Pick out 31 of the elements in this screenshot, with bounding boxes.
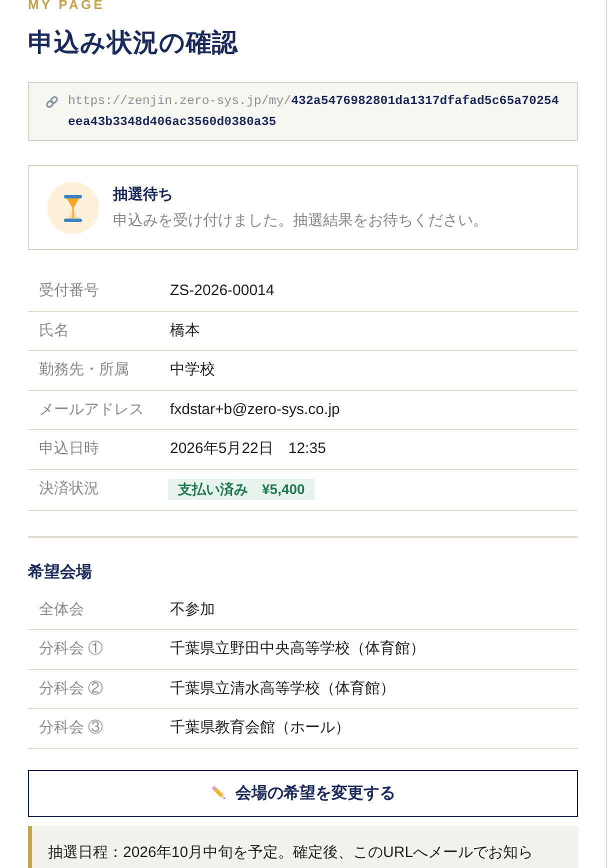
change-venue-button[interactable]: 会場の希望を変更する xyxy=(28,770,578,817)
link-icon xyxy=(45,95,59,109)
status-message: 申込みを受け付けました。抽選結果をお待ちください。 xyxy=(113,211,488,231)
venue-value: 不参加 xyxy=(170,600,215,620)
payment-status-badge: 支払い済み ¥5,400 xyxy=(168,478,315,500)
hourglass-icon xyxy=(47,182,99,234)
venue-value: 千葉県立野田中央高等学校（体育館） xyxy=(170,639,425,660)
detail-label: 受付番号 xyxy=(38,281,99,301)
detail-value: 2026年5月22日 12:35 xyxy=(170,439,326,460)
page-title: 申込み状況の確認 xyxy=(28,27,238,59)
venue-label: 分科会 ① xyxy=(38,639,104,660)
venue-value: 千葉県教育会館（ホール） xyxy=(170,718,350,738)
venue-label: 分科会 ③ xyxy=(38,718,104,738)
venue-label: 全体会 xyxy=(38,600,84,620)
detail-value: fxdstar+b@zero-sys.co.jp xyxy=(170,400,340,420)
detail-label: 決済状況 xyxy=(38,479,99,500)
detail-label: メールアドレス xyxy=(38,400,144,420)
pencil-icon xyxy=(210,785,226,802)
detail-label: 申込日時 xyxy=(38,439,99,460)
section-heading: 希望会場 xyxy=(28,562,92,583)
page-eyebrow: MY PAGE xyxy=(28,0,105,12)
detail-value: 中学校 xyxy=(170,360,215,380)
venue-value: 千葉県立清水高等学校（体育館） xyxy=(170,678,395,699)
detail-value: ZS-2026-00014 xyxy=(170,281,274,301)
venue-label: 分科会 ② xyxy=(38,678,104,699)
detail-label: 氏名 xyxy=(38,320,69,341)
status-title: 抽選待ち xyxy=(113,185,173,205)
detail-value: 橋本 xyxy=(170,320,200,341)
url-text: https://zenjin.zero-sys.jp/my/432a5476982801da1317dfafad5c65a70254eea43b3348d406ac3560d0380a35 xyxy=(68,93,560,131)
schedule-note: 抽選日程：2026年10月中旬を予定。確定後、このURLへメールでお知ら xyxy=(28,826,578,868)
detail-label: 勤務先・所属 xyxy=(38,360,129,380)
